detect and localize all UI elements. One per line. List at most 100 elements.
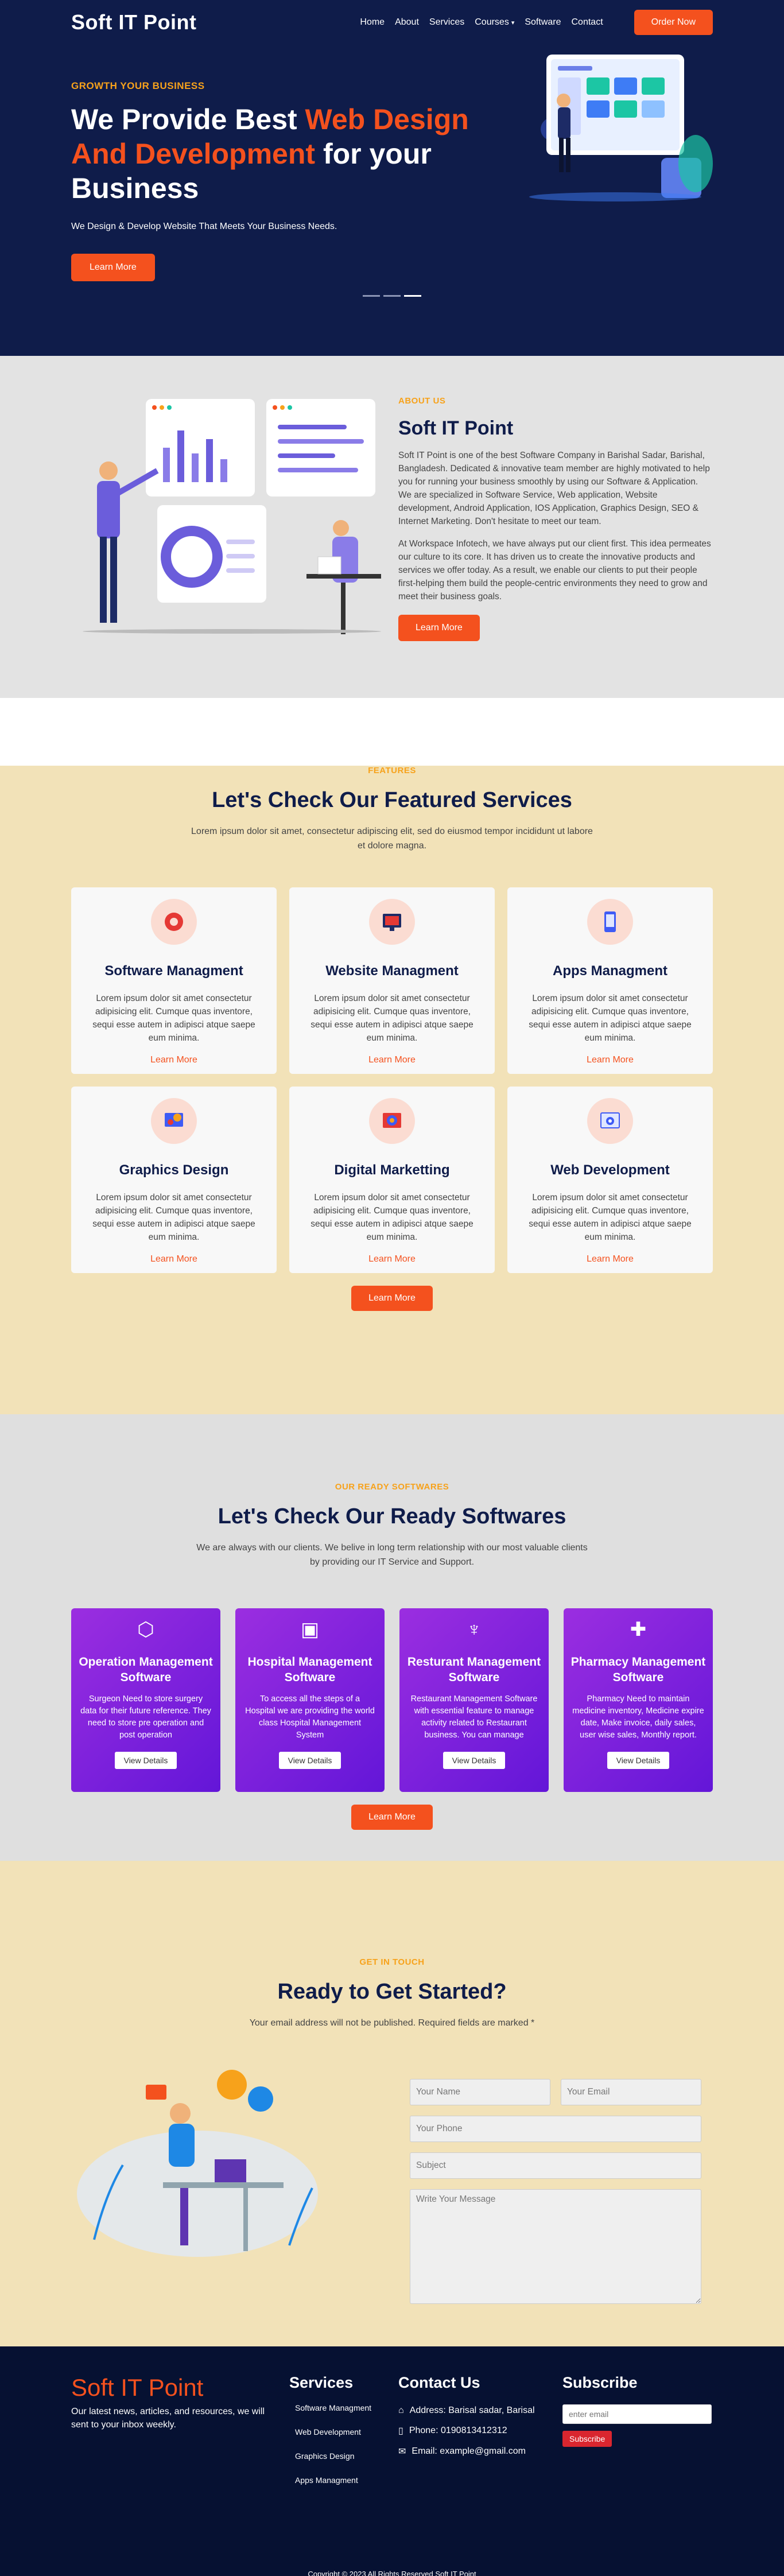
footer: Soft IT Point Our latest news, articles,… xyxy=(0,2346,784,2576)
feature-learn-more-link[interactable]: Learn More xyxy=(289,1254,495,1264)
slider-dot[interactable] xyxy=(383,295,401,297)
slider-dot[interactable] xyxy=(363,295,380,297)
footer-service-link[interactable]: Software Managment xyxy=(295,2403,371,2412)
about-learn-more-button[interactable]: Learn More xyxy=(398,615,480,641)
marketing-icon xyxy=(369,1098,415,1144)
about-illustration xyxy=(83,399,381,634)
feature-text: Lorem ipsum dolor sit amet consectetur a… xyxy=(92,994,255,1043)
features-section: FEATURES Let's Check Our Featured Servic… xyxy=(0,766,784,1414)
software-section: OUR READY SOFTWARES Let's Check Our Read… xyxy=(0,1414,784,1861)
navbar: Soft IT Point Home About Services Course… xyxy=(71,0,713,45)
view-details-button[interactable]: View Details xyxy=(278,1752,341,1769)
feature-learn-more-link[interactable]: Learn More xyxy=(289,1055,495,1065)
about-paragraph-1: Soft IT Point is one of the best Softwar… xyxy=(398,451,710,526)
software-card-text: To access all the steps of a Hospital we… xyxy=(245,1694,375,1740)
feature-text: Lorem ipsum dolor sit amet consectetur a… xyxy=(529,994,692,1043)
software-card-text: Surgeon Need to store surgery data for t… xyxy=(80,1694,211,1740)
feature-card: Software Managment Lorem ipsum dolor sit… xyxy=(71,887,277,1074)
about-title: Soft IT Point xyxy=(398,417,514,439)
features-title: Let's Check Our Featured Services xyxy=(212,788,572,812)
view-details-button[interactable]: View Details xyxy=(443,1752,506,1769)
feature-text: Lorem ipsum dolor sit amet consectetur a… xyxy=(311,1193,473,1242)
feature-title: Graphics Design xyxy=(119,1162,229,1178)
footer-logo[interactable]: Soft IT Point xyxy=(71,2374,266,2402)
nav-courses-label: Courses xyxy=(475,17,509,27)
features-label: FEATURES xyxy=(368,766,416,775)
nav-services[interactable]: Services xyxy=(429,17,464,28)
footer-address: ⌂ Address: Barisal sadar, Barisal xyxy=(398,2406,535,2416)
about-text: ABOUT US Soft IT Point Soft IT Point is … xyxy=(398,396,713,641)
home-icon: ⌂ xyxy=(398,2406,404,2415)
footer-tagline: Our latest news, articles, and resources… xyxy=(71,2407,265,2430)
software-title: Let's Check Our Ready Softwares xyxy=(218,1504,566,1528)
contact-form xyxy=(410,2079,701,2314)
feature-text: Lorem ipsum dolor sit amet consectetur a… xyxy=(529,1193,692,1242)
software-card-title: Pharmacy Management Software xyxy=(570,1655,706,1684)
contact-description: Your email address will not be published… xyxy=(249,2018,535,2028)
software-gear-icon xyxy=(151,899,197,945)
feature-learn-more-link[interactable]: Learn More xyxy=(507,1254,713,1264)
chevron-down-icon: ▾ xyxy=(511,19,515,26)
hero-section: Soft IT Point Home About Services Course… xyxy=(0,0,784,356)
software-card: ⬡ Operation Management Software Surgeon … xyxy=(71,1608,220,1792)
nav-home[interactable]: Home xyxy=(360,17,385,28)
hero-eyebrow: GROWTH YOUR BUSINESS xyxy=(71,80,205,91)
mobile-app-icon xyxy=(587,899,633,945)
fork-knife-icon: ♆ xyxy=(467,1619,482,1640)
software-card: ♆ Resturant Management Software Restaura… xyxy=(399,1608,549,1792)
feature-learn-more-link[interactable]: Learn More xyxy=(71,1055,277,1065)
about-paragraph-2: At Workspace Infotech, we have always pu… xyxy=(398,539,711,602)
footer-phone: ▯ Phone: 0190813412312 xyxy=(398,2425,535,2437)
main-menu: Home About Services Courses ▾ Software Co… xyxy=(360,10,713,35)
software-card-title: Operation Management Software xyxy=(79,1655,213,1684)
footer-phone-text: Phone: 0190813412312 xyxy=(409,2426,507,2435)
software-card-text: Pharmacy Need to maintain medicine inven… xyxy=(572,1694,704,1740)
footer-service-link[interactable]: Web Development xyxy=(295,2427,371,2437)
software-card: ▣ Hospital Management Software To access… xyxy=(235,1608,385,1792)
software-description: We are always with our clients. We beliv… xyxy=(196,1543,588,1567)
site-logo[interactable]: Soft IT Point xyxy=(71,10,196,34)
features-learn-more-button[interactable]: Learn More xyxy=(351,1286,433,1311)
hero-title: We Provide Best Web Design And Developme… xyxy=(71,102,484,205)
email-input[interactable] xyxy=(561,2079,701,2105)
feature-title: Web Development xyxy=(550,1162,670,1178)
box-icon: ⬡ xyxy=(137,1619,154,1640)
medicine-bottle-icon: ✚ xyxy=(630,1619,647,1640)
about-section: ABOUT US Soft IT Point Soft IT Point is … xyxy=(0,356,784,698)
footer-service-link[interactable]: Apps Managment xyxy=(295,2476,371,2485)
footer-contact: Contact Us ⌂ Address: Barisal sadar, Bari… xyxy=(398,2374,535,2466)
subscribe-button[interactable]: Subscribe xyxy=(562,2431,612,2447)
footer-email-text: Email: example@gmail.com xyxy=(412,2446,526,2456)
nav-courses[interactable]: Courses ▾ xyxy=(475,17,514,28)
features-description: Lorem ipsum dolor sit amet, consectetur … xyxy=(191,827,593,851)
subscribe-email-input[interactable] xyxy=(562,2404,712,2424)
contact-illustration xyxy=(77,2070,318,2257)
view-details-button[interactable]: View Details xyxy=(114,1752,177,1769)
order-now-button[interactable]: Order Now xyxy=(634,10,713,35)
software-card: ✚ Pharmacy Management Software Pharmacy … xyxy=(564,1608,713,1792)
view-details-button[interactable]: View Details xyxy=(607,1752,670,1769)
message-textarea[interactable] xyxy=(410,2189,701,2304)
software-learn-more-button[interactable]: Learn More xyxy=(351,1805,433,1830)
phone-input[interactable] xyxy=(410,2116,701,2142)
footer-contact-heading: Contact Us xyxy=(398,2374,480,2391)
feature-card: Graphics Design Lorem ipsum dolor sit am… xyxy=(71,1087,277,1273)
feature-learn-more-link[interactable]: Learn More xyxy=(507,1055,713,1065)
hero-title-a: We Provide Best xyxy=(71,103,305,135)
about-label: ABOUT US xyxy=(398,396,446,406)
hospital-icon: ▣ xyxy=(300,1619,320,1640)
phone-icon: ▯ xyxy=(398,2426,403,2436)
subject-input[interactable] xyxy=(410,2152,701,2179)
feature-title: Website Managment xyxy=(325,963,459,979)
nav-contact[interactable]: Contact xyxy=(572,17,603,28)
footer-service-link[interactable]: Graphics Design xyxy=(295,2451,371,2461)
envelope-icon: ✉ xyxy=(398,2447,406,2457)
slider-dot-active[interactable] xyxy=(404,295,421,297)
feature-learn-more-link[interactable]: Learn More xyxy=(71,1254,277,1264)
name-input[interactable] xyxy=(410,2079,550,2105)
nav-about[interactable]: About xyxy=(395,17,419,28)
feature-card: Website Managment Lorem ipsum dolor sit … xyxy=(289,887,495,1074)
hero-learn-more-button[interactable]: Learn More xyxy=(71,254,155,281)
nav-software[interactable]: Software xyxy=(525,17,561,28)
web-dev-icon xyxy=(587,1098,633,1144)
